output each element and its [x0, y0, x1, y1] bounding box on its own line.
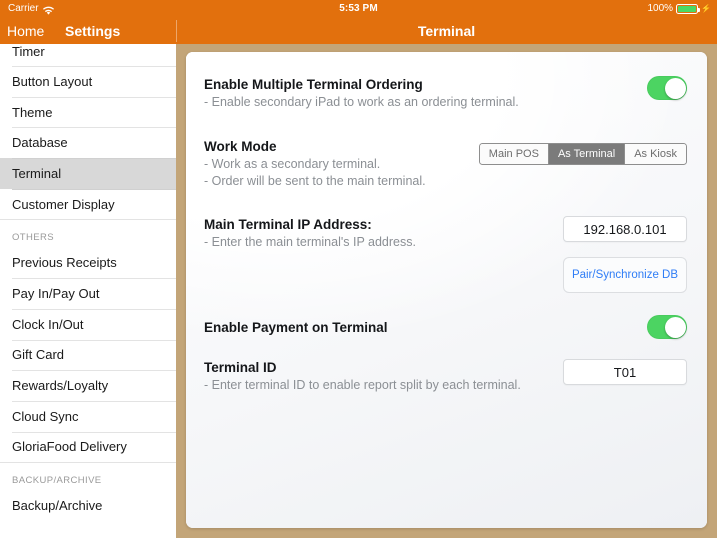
nav-settings-button[interactable]: Settings: [65, 18, 120, 44]
sidebar-item-label: Backup/Archive: [12, 498, 103, 514]
row-title: Terminal ID: [204, 360, 277, 375]
segment-as-terminal[interactable]: As Terminal: [548, 144, 626, 164]
row-control: Pair/Synchronize DB: [563, 216, 687, 293]
sidebar-item-database[interactable]: Database: [0, 127, 176, 159]
status-bar-time: 5:53 PM: [339, 3, 378, 14]
sidebar-item-label: Cloud Sync: [12, 408, 79, 424]
row-text: Terminal ID - Enter terminal ID to enabl…: [204, 359, 521, 393]
row-subtitle-line-2: - Order will be sent to the main termina…: [204, 174, 426, 188]
sidebar-item-label: Gift Card: [12, 347, 65, 363]
sidebar-item-rewards-loyalty[interactable]: Rewards/Loyalty: [0, 370, 176, 401]
row-text: Work Mode - Work as a secondary terminal…: [204, 138, 426, 189]
settings-sidebar[interactable]: Timer Button Layout Theme Database Termi…: [0, 44, 176, 538]
sidebar-item-label: GloriaFood Delivery: [12, 439, 127, 455]
nav-bar: Home Settings Terminal: [0, 18, 717, 44]
sidebar-item-button-layout[interactable]: Button Layout: [0, 66, 176, 97]
app-root: Carrier 5:53 PM 100% ⚡ Home Settings Ter…: [0, 0, 717, 538]
row-title: Work Mode: [204, 139, 277, 154]
row-subtitle-line-1: - Work as a secondary terminal.: [204, 157, 381, 171]
row-control: [647, 315, 687, 339]
battery-percent-label: 100%: [647, 3, 674, 14]
sidebar-item-label: Button Layout: [12, 73, 93, 89]
terminal-id-input[interactable]: [563, 359, 687, 385]
sidebar-section-backup-archive: BACKUP/ARCHIVE: [0, 462, 176, 491]
segmented-work-mode[interactable]: Main POS As Terminal As Kiosk: [478, 143, 687, 165]
sidebar-item-customer-display[interactable]: Customer Display: [0, 188, 176, 220]
sidebar-item-label: Theme: [12, 104, 53, 120]
sidebar-item-label: Database: [12, 135, 68, 151]
segment-main-pos[interactable]: Main POS: [479, 144, 549, 164]
row-subtitle: - Enable secondary iPad to work as an or…: [204, 95, 519, 109]
nav-home-button[interactable]: Home: [7, 18, 44, 44]
sidebar-item-previous-receipts[interactable]: Previous Receipts: [0, 247, 176, 279]
sidebar-item-label: Pay In/Pay Out: [12, 285, 100, 301]
sidebar-item-cloud-sync[interactable]: Cloud Sync: [0, 400, 176, 432]
battery-full-icon: [676, 4, 701, 14]
toggle-enable-payment-on-terminal[interactable]: [647, 315, 687, 339]
terminal-settings-card: Enable Multiple Terminal Ordering - Enab…: [186, 52, 707, 528]
toggle-knob: [664, 77, 686, 99]
sidebar-item-timer[interactable]: Timer: [0, 44, 176, 66]
sidebar-item-label: Clock In/Out: [12, 316, 84, 332]
row-control: [647, 76, 687, 100]
sidebar-item-label: Customer Display: [12, 196, 115, 212]
row-subtitle: - Enter the main terminal's IP address.: [204, 235, 416, 249]
row-enable-payment-on-terminal: Enable Payment on Terminal: [204, 310, 687, 344]
sidebar-item-gift-card[interactable]: Gift Card: [0, 339, 176, 371]
sidebar-item-backup-archive[interactable]: Backup/Archive: [0, 490, 176, 521]
row-main-terminal-ip-address: Main Terminal IP Address: - Enter the ma…: [204, 216, 687, 296]
sidebar-item-pay-in-pay-out[interactable]: Pay In/Pay Out: [0, 278, 176, 309]
sidebar-item-label: Timer: [12, 44, 45, 59]
row-subtitle: - Enter terminal ID to enable report spl…: [204, 378, 521, 392]
sidebar-section-others: OTHERS: [0, 219, 176, 248]
row-enable-multiple-terminal-ordering: Enable Multiple Terminal Ordering - Enab…: [204, 76, 687, 120]
toggle-knob: [664, 316, 686, 338]
settings-rows: Enable Multiple Terminal Ordering - Enab…: [186, 52, 707, 403]
row-terminal-id: Terminal ID - Enter terminal ID to enabl…: [204, 359, 687, 403]
row-text: Enable Payment on Terminal: [204, 319, 388, 336]
row-control: Main POS As Terminal As Kiosk: [478, 138, 687, 165]
row-title: Enable Multiple Terminal Ordering: [204, 77, 423, 92]
row-title: Enable Payment on Terminal: [204, 319, 388, 335]
sidebar-item-theme[interactable]: Theme: [0, 96, 176, 128]
row-control: [563, 359, 687, 385]
sidebar-item-clock-in-out[interactable]: Clock In/Out: [0, 308, 176, 340]
sidebar-item-terminal[interactable]: Terminal: [0, 158, 176, 189]
row-title: Main Terminal IP Address:: [204, 217, 372, 232]
status-bar-right: 100% ⚡: [647, 0, 711, 18]
status-bar: Carrier 5:53 PM 100% ⚡: [0, 0, 717, 18]
lightning-bolt-icon: ⚡: [701, 4, 711, 13]
sidebar-item-label: Previous Receipts: [12, 255, 117, 271]
toggle-enable-multiple-terminal-ordering[interactable]: [647, 76, 687, 100]
sidebar-item-gloriafood-delivery[interactable]: GloriaFood Delivery: [0, 431, 176, 463]
row-text: Main Terminal IP Address: - Enter the ma…: [204, 216, 416, 250]
row-work-mode: Work Mode - Work as a secondary terminal…: [204, 138, 687, 198]
main-terminal-ip-input[interactable]: [563, 216, 687, 242]
sidebar-item-label: Terminal: [12, 165, 62, 181]
row-text: Enable Multiple Terminal Ordering - Enab…: [204, 76, 519, 110]
sidebar-item-label: Rewards/Loyalty: [12, 378, 109, 394]
segment-as-kiosk[interactable]: As Kiosk: [625, 144, 686, 164]
pair-synchronize-db-button[interactable]: Pair/Synchronize DB: [563, 257, 687, 293]
page-title: Terminal: [417, 23, 476, 39]
